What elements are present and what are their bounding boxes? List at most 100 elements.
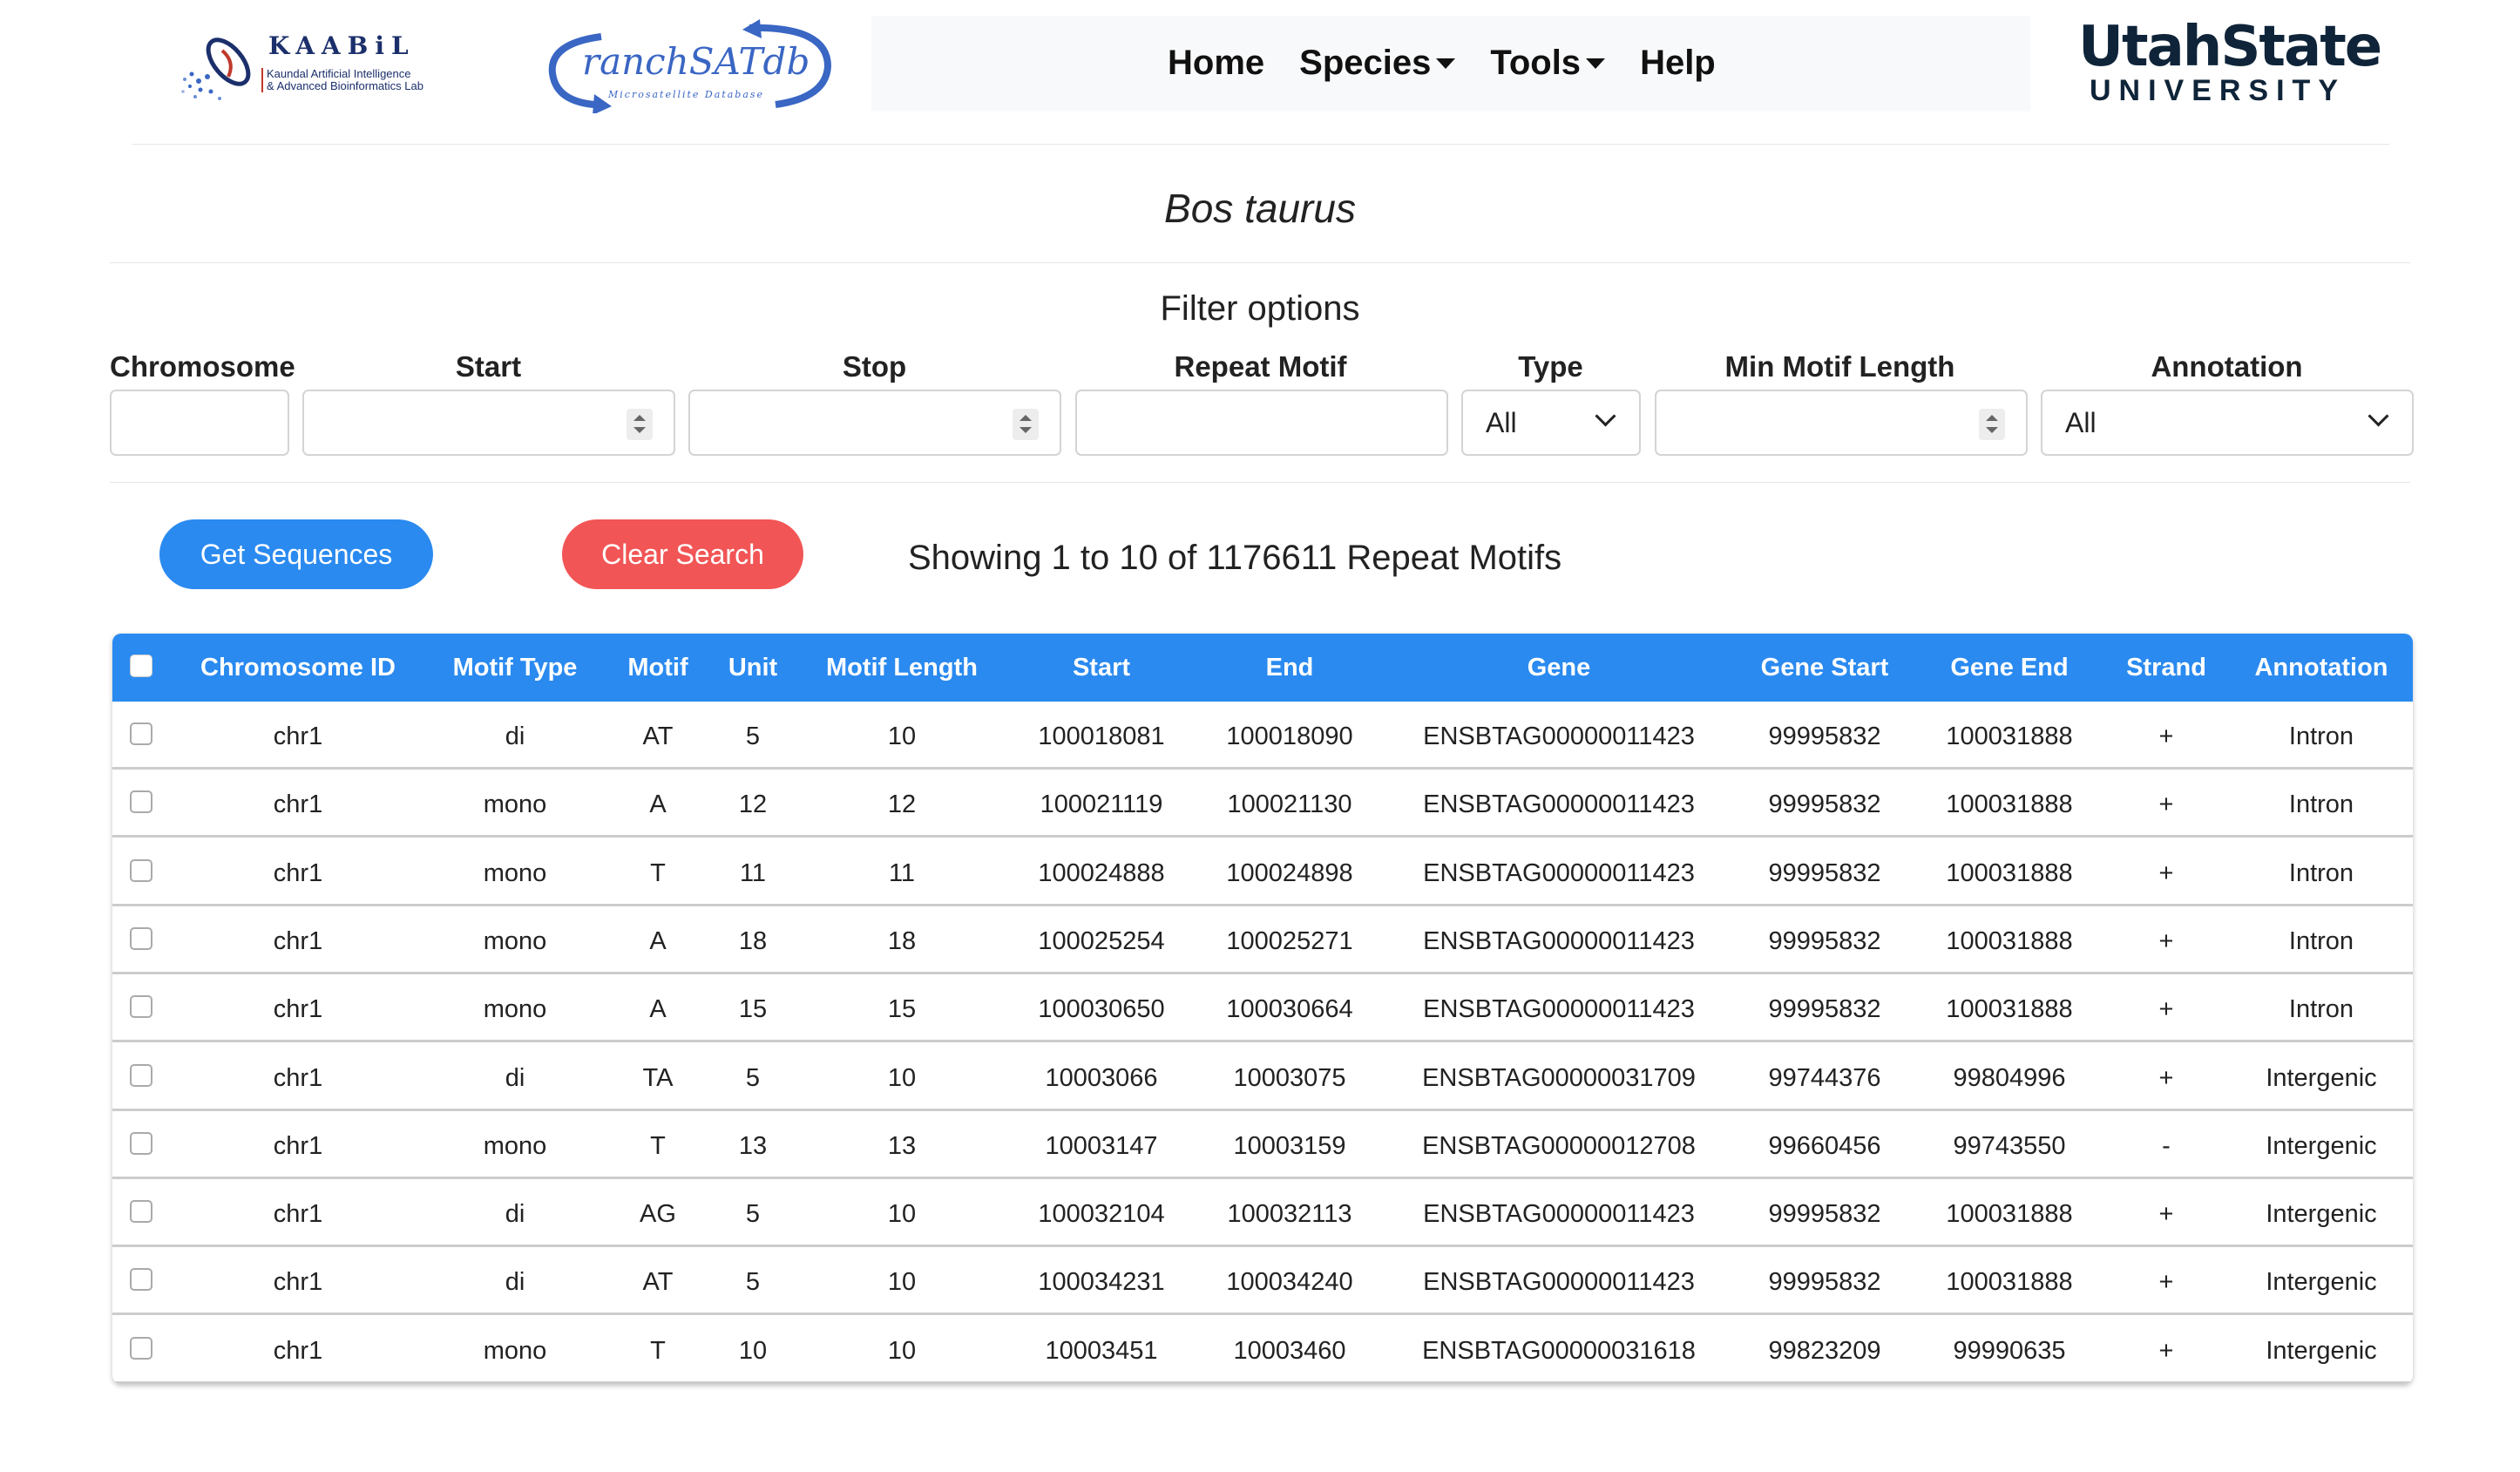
min-motif-length-input[interactable] [1655,390,2028,456]
chevron-down-icon [2368,405,2389,427]
nav-tools-dropdown[interactable]: Tools [1490,44,1606,83]
cell-end: 10003159 [1233,1131,1346,1160]
table-row[interactable]: chr1 mono A 12 12 100021119 100021130 ENSBTAG00… [112,770,2413,838]
cell-end: 100025271 [1226,926,1353,955]
table-row[interactable]: chr1 mono A 15 15 100030650 100030664 ENSBTAG00… [112,974,2413,1043]
clear-search-button[interactable]: Clear Search [562,519,803,589]
cell-motif-length: 13 [887,1131,917,1160]
spinner-icon[interactable] [627,409,653,440]
column-header-motif-type[interactable]: Motif Type [437,634,593,702]
results-count-text: Showing 1 to 10 of 1176611 Repeat Motifs [908,539,1562,577]
caret-down-icon [1586,58,1606,69]
row-checkbox[interactable] [130,1200,152,1224]
column-header-motif[interactable]: Motif [614,634,701,702]
cell-annotation: Intergenic [2266,1336,2377,1365]
start-input[interactable] [302,390,675,456]
get-sequences-button[interactable]: Get Sequences [159,519,433,589]
cell-unit: 5 [745,722,761,750]
cell-motif-length: 11 [888,858,916,887]
cell-motif-type: di [505,1063,525,1092]
cell-gene-end: 99743550 [1953,1131,2066,1160]
row-checkbox[interactable] [130,858,152,882]
cell-gene: ENSBTAG00000011423 [1423,722,1695,750]
ranchsatdb-logo[interactable]: ranchSATdb Microsatellite Database [540,17,845,113]
select-all-checkbox[interactable] [130,655,152,677]
table-row[interactable]: chr1 di AT 5 10 100018081 100018090 ENSBTAG0000… [112,702,2413,770]
cell-chromosome-id: chr1 [273,1336,323,1365]
kaabil-subtitle: Kaundal Artificial Intelligence & Advanc… [261,68,423,92]
cell-start: 100018081 [1038,722,1165,750]
type-select[interactable]: All [1461,390,1641,456]
cell-chromosome-id: chr1 [273,1268,323,1297]
column-header-motif-length[interactable]: Motif Length [806,634,998,702]
cell-annotation: Intron [2288,858,2354,887]
row-checkbox[interactable] [130,1268,152,1292]
column-header-end[interactable]: End [1194,634,1385,702]
nav-help[interactable]: Help [1640,44,1716,83]
cell-motif-length: 10 [887,1268,917,1297]
stop-label: Stop [842,350,907,383]
cell-unit: 18 [738,926,768,955]
row-checkbox[interactable] [130,1063,152,1087]
table-row[interactable]: chr1 mono T 13 13 10003147 10003159 ENSBTAG0000… [112,1111,2413,1179]
cell-motif-type: di [505,722,525,750]
nav-home[interactable]: Home [1168,44,1264,83]
cell-end: 100018090 [1226,722,1353,750]
cell-strand: + [2158,1200,2174,1229]
spinner-icon[interactable] [1979,409,2005,440]
cell-motif-length: 15 [887,995,917,1024]
cell-strand: + [2158,858,2174,887]
chromosome-label: Chromosome [110,350,295,383]
table-row[interactable]: chr1 mono A 18 18 100025254 100025271 ENSBTAG00… [112,906,2413,974]
column-header-annotation[interactable]: Annotation [2225,634,2413,702]
column-header-gene[interactable]: Gene [1393,634,1724,702]
cell-gene-start: 99995832 [1768,995,1881,1024]
cell-annotation: Intron [2288,926,2354,955]
column-header-unit[interactable]: Unit [709,634,796,702]
cell-gene-end: 100031888 [1946,722,2073,750]
annotation-select[interactable]: All [2041,390,2414,456]
row-checkbox[interactable] [130,1131,152,1155]
column-header-start[interactable]: Start [1006,634,1197,702]
cell-motif: AT [642,1268,674,1297]
usu-logo[interactable]: UtahState UNIVERSITY [2078,19,2382,107]
table-row[interactable]: chr1 di AT 5 10 100034231 100034240 ENSBTAG0000… [112,1247,2413,1316]
title-divider [110,262,2410,263]
cell-gene-end: 100031888 [1946,926,2073,955]
repeat-motif-input[interactable] [1075,390,1448,456]
chromosome-input[interactable] [110,390,289,456]
column-header-chromosome-id[interactable]: Chromosome ID [185,634,411,702]
cell-start: 10003066 [1045,1063,1158,1092]
row-checkbox[interactable] [130,926,152,950]
cell-motif: T [650,1131,666,1160]
cell-strand: + [2158,1336,2174,1365]
spinner-icon[interactable] [1013,409,1039,440]
cell-gene-start: 99995832 [1768,926,1881,955]
cell-chromosome-id: chr1 [273,858,323,887]
cell-motif-length: 18 [887,926,917,955]
cell-unit: 15 [738,995,768,1024]
stop-input[interactable] [688,390,1061,456]
row-checkbox[interactable] [130,722,152,745]
table-row[interactable]: chr1 mono T 11 11 100024888 100024898 ENSBTAG00… [112,838,2413,906]
caret-down-icon [1436,58,1456,69]
cell-motif-length: 12 [887,790,917,819]
nav-species-dropdown[interactable]: Species [1299,44,1456,83]
kaabil-logo[interactable]: KAABiL Kaundal Artificial Intelligence &… [174,24,462,112]
table-row[interactable]: chr1 di TA 5 10 10003066 10003075 ENSBTAG000000… [112,1043,2413,1111]
row-checkbox[interactable] [130,790,152,814]
column-header-gene-start[interactable]: Gene Start [1738,634,1912,702]
table-row[interactable]: chr1 di AG 5 10 100032104 100032113 ENSBTAG0000… [112,1179,2413,1248]
ranchsatdb-subtitle: Microsatellite Database [608,89,765,100]
cell-gene-start: 99995832 [1768,858,1881,887]
table-row[interactable]: chr1 mono T 10 10 10003451 10003460 ENSBTAG0000… [112,1316,2413,1384]
row-checkbox[interactable] [130,995,152,1019]
header-divider [132,144,2389,145]
cell-annotation: Intergenic [2266,1200,2377,1229]
usu-logo-line2: UNIVERSITY [2089,74,2347,107]
min-motif-length-label: Min Motif Length [1724,350,1955,383]
column-header-strand[interactable]: Strand [2110,634,2223,702]
row-checkbox[interactable] [130,1336,152,1360]
column-header-gene-end[interactable]: Gene End [1922,634,2097,702]
filter-options-heading: Filter options [1160,289,1360,328]
